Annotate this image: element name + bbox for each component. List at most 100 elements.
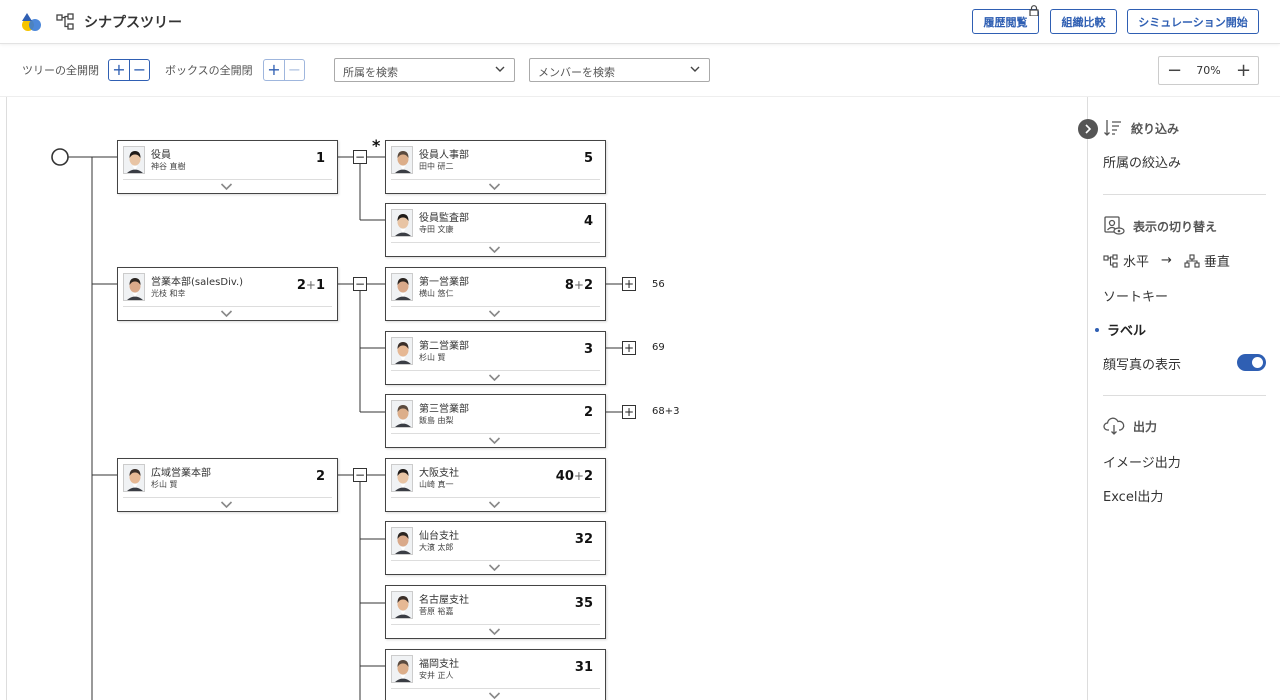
org-node[interactable]: 役員監査部 寺田 文康 4 [385, 203, 606, 257]
dept-name: 営業本部(salesDiv.) [151, 277, 244, 288]
divider [391, 242, 600, 243]
box-toggle-group: + − [263, 59, 305, 81]
member-count-main: 32 [574, 532, 593, 547]
dept-manager: 飯島 由梨 [419, 416, 454, 425]
history-button[interactable]: 履歴閲覧 [972, 5, 1039, 34]
dept-name: 福岡支社 [419, 659, 459, 670]
org-node[interactable]: 第二営業部 杉山 賢 3 [385, 331, 606, 385]
org-node[interactable]: 仙台支社 大濱 太郎 32 [385, 521, 606, 575]
dept-name: 広域営業本部 [151, 468, 211, 479]
sort-key-link[interactable]: ソートキー [1103, 286, 1168, 305]
avatar [392, 401, 412, 427]
org-node[interactable]: 福岡支社 安井 正人 31 [385, 649, 606, 700]
divider [391, 179, 600, 180]
face-photo-label: 顔写真の表示 [1103, 358, 1182, 373]
avatar-frame [391, 146, 413, 174]
member-count: 5 [584, 151, 593, 166]
lock-icon [1029, 5, 1039, 16]
app-logo [22, 13, 41, 31]
tree-canvas[interactable]: 役員 神谷 直樹 1 営業本部(salesDiv.) 光枝 和幸 2+1 広域営業本部杉… [6, 97, 1088, 700]
vertical-tree-icon [1184, 253, 1200, 268]
chevron-down-icon[interactable] [488, 563, 501, 572]
tree-collapse-all-button[interactable]: − [129, 60, 149, 80]
chevron-down-icon[interactable] [488, 436, 501, 445]
display-title: 表示の切り替え [1133, 219, 1218, 234]
collapse-toggle[interactable]: − [353, 277, 367, 291]
expand-toggle[interactable]: + [622, 405, 636, 419]
avatar-frame [391, 527, 413, 555]
dept-manager: 杉山 賢 [151, 480, 178, 489]
org-node[interactable]: 営業本部(salesDiv.) 光枝 和幸 2+1 [117, 267, 338, 321]
zoom-out-button[interactable]: − [1167, 60, 1182, 81]
org-node[interactable]: 大阪支社 山崎 真一 40+2 [385, 458, 606, 512]
collapse-toggle[interactable]: − [353, 150, 367, 164]
org-node[interactable]: 役員 神谷 直樹 1 [117, 140, 338, 194]
member-count: 4 [584, 214, 593, 229]
excel-output-link[interactable]: Excel出力 [1103, 486, 1163, 505]
zoom-in-button[interactable]: + [1236, 60, 1251, 81]
label-link[interactable]: ラベル [1095, 320, 1147, 339]
label-text: ラベル [1107, 324, 1147, 339]
expand-toggle[interactable]: + [622, 277, 636, 291]
box-collapse-all-button[interactable]: − [284, 60, 304, 80]
toolbar: ツリーの全開閉 + − ボックスの全開閉 + − 所属を検索 メンバーを検索 −… [0, 45, 1280, 97]
org-node[interactable]: 第一営業部 横山 悠仁 8+2 [385, 267, 606, 321]
chevron-down-icon[interactable] [488, 182, 501, 191]
chevron-down-icon[interactable] [488, 627, 501, 636]
member-count-main: 2 [583, 405, 593, 420]
dept-name: 役員 [151, 150, 171, 161]
chevron-down-icon[interactable] [488, 309, 501, 318]
avatar [392, 656, 412, 682]
chevron-down-icon[interactable] [488, 500, 501, 509]
chevron-down-icon[interactable] [488, 373, 501, 382]
dept-manager: 杉山 賢 [419, 353, 446, 362]
dept-manager: 光枝 和幸 [151, 289, 186, 298]
divider [123, 179, 332, 180]
panel-collapse-button[interactable] [1078, 119, 1098, 139]
avatar [392, 147, 412, 173]
expand-toggle[interactable]: + [622, 341, 636, 355]
divider [1103, 395, 1266, 396]
avatar [392, 210, 412, 236]
output-title: 出力 [1133, 419, 1158, 434]
orientation-toggle[interactable]: 水平 → 垂直 [1103, 251, 1230, 270]
chevron-down-icon[interactable] [488, 245, 501, 254]
member-count-main: 35 [574, 596, 593, 611]
chevron-down-icon[interactable] [220, 500, 233, 509]
simulation-button[interactable]: シミュレーション開始 [1127, 9, 1259, 34]
avatar-frame [123, 146, 145, 174]
image-output-link[interactable]: イメージ出力 [1103, 452, 1181, 471]
org-node[interactable]: 第三営業部 飯島 由梨 2 [385, 394, 606, 448]
child-member-count: 69 [652, 342, 665, 353]
org-tree-icon [56, 13, 74, 30]
org-node[interactable]: 名古屋支社 菅原 裕嘉 35 [385, 585, 606, 639]
chevron-down-icon[interactable] [220, 182, 233, 191]
dept-name: 仙台支社 [419, 531, 459, 542]
chevron-down-icon[interactable] [488, 691, 501, 700]
member-count-extra: 2 [583, 469, 593, 484]
dept-manager: 菅原 裕嘉 [419, 607, 454, 616]
avatar [124, 465, 144, 491]
tree-expand-all-button[interactable]: + [109, 60, 129, 80]
org-node[interactable]: 役員人事部 田中 研二 5 [385, 140, 606, 194]
org-node[interactable]: 広域営業本部 杉山 賢 2 [117, 458, 338, 512]
divider [123, 497, 332, 498]
dept-name: 第二営業部 [419, 341, 469, 352]
avatar-frame [391, 209, 413, 237]
divider [1103, 194, 1266, 195]
display-section-title: 表示の切り替え [1103, 216, 1217, 236]
box-expand-all-button[interactable]: + [264, 60, 284, 80]
chevron-down-icon[interactable] [220, 309, 233, 318]
collapse-toggle[interactable]: − [353, 468, 367, 482]
avatar-frame [123, 464, 145, 492]
member-search-select[interactable]: メンバーを検索 [529, 58, 710, 82]
right-panel: 絞り込み 所属の絞込み 表示の切り替え 水平 → 垂直 ソートキー ラベル 顔写… [1078, 97, 1280, 700]
member-count: 2 [316, 469, 325, 484]
filter-dept-link[interactable]: 所属の絞込み [1103, 152, 1181, 171]
face-photo-toggle[interactable] [1237, 354, 1266, 371]
zoom-control: − 70% + [1158, 56, 1259, 85]
child-member-count: 68+3 [652, 406, 680, 417]
dept-name: 名古屋支社 [419, 595, 469, 606]
compare-button[interactable]: 組織比較 [1050, 9, 1117, 34]
dept-search-select[interactable]: 所属を検索 [334, 58, 515, 82]
